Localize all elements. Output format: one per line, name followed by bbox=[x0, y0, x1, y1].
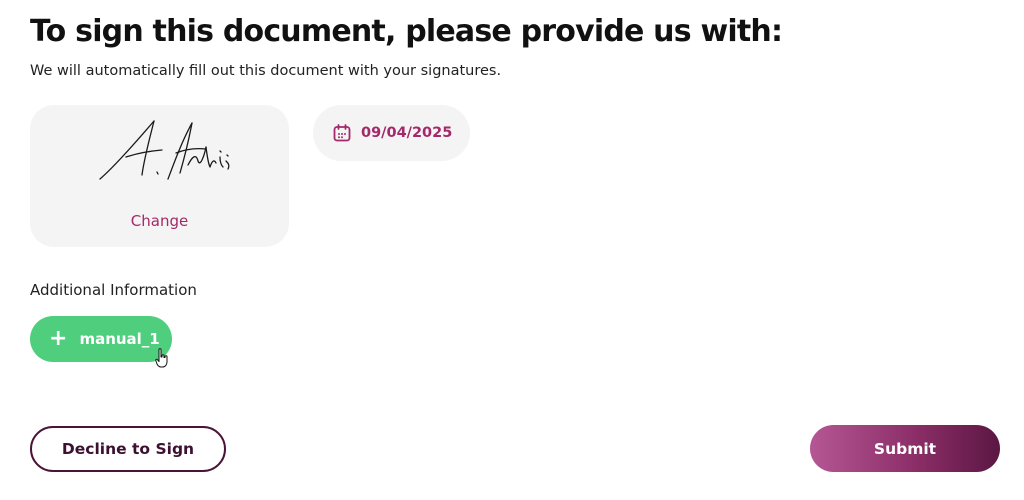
additional-information-label: Additional Information bbox=[30, 281, 197, 299]
hand-cursor-icon bbox=[155, 348, 168, 368]
page-title: To sign this document, please provide us… bbox=[30, 14, 783, 49]
signature-card[interactable]: Change bbox=[30, 105, 289, 247]
change-signature-link[interactable]: Change bbox=[30, 212, 289, 230]
date-value: 09/04/2025 bbox=[361, 125, 453, 141]
plus-icon: + bbox=[49, 326, 68, 351]
page-subtitle: We will automatically fill out this docu… bbox=[30, 63, 502, 79]
calendar-icon bbox=[333, 124, 351, 142]
manual-1-label: manual_1 bbox=[79, 330, 160, 348]
date-field[interactable]: 09/04/2025 bbox=[313, 105, 470, 161]
signature-image bbox=[99, 120, 230, 180]
add-manual-1-button[interactable]: + manual_1 bbox=[30, 316, 172, 362]
decline-to-sign-button[interactable]: Decline to Sign bbox=[30, 426, 226, 472]
submit-button[interactable]: Submit bbox=[810, 425, 1000, 472]
